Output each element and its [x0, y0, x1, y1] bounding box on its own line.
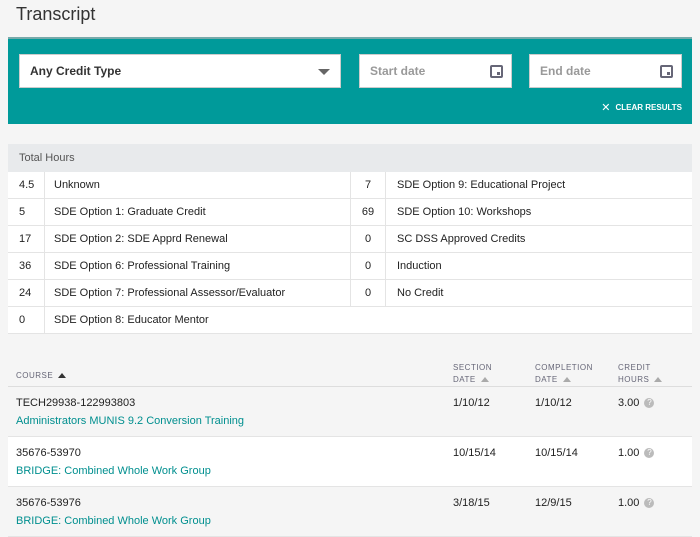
section-header: SECTION	[453, 363, 492, 372]
close-icon: ✕	[601, 101, 610, 114]
sort-section-date[interactable]: SECTION DATE	[453, 362, 492, 386]
calendar-icon[interactable]	[660, 65, 673, 78]
credit-hours: 3.00?	[618, 397, 654, 409]
help-icon[interactable]: ?	[644, 448, 654, 458]
completion-header-2: DATE	[535, 375, 558, 384]
hours-label: Unknown	[45, 172, 351, 198]
section-date: 3/18/15	[453, 497, 490, 509]
course-link[interactable]: BRIDGE: Combined Whole Work Group	[16, 515, 211, 527]
hours-row: 24SDE Option 7: Professional Assessor/Ev…	[8, 280, 692, 307]
hours-label: SDE Option 1: Graduate Credit	[45, 199, 351, 225]
filter-panel: Any Credit Type Start date End date ✕ CLE…	[8, 37, 692, 124]
hours-value: 0	[8, 307, 45, 333]
start-date-input[interactable]: Start date	[359, 54, 512, 88]
hours-value: 0	[351, 280, 386, 306]
completion-header: COMPLETION	[535, 363, 593, 372]
sort-up-icon	[58, 373, 66, 378]
total-hours-table: 4.5Unknown7SDE Option 9: Educational Pro…	[8, 172, 692, 334]
sort-completion-date[interactable]: COMPLETION DATE	[535, 362, 593, 386]
completion-date: 10/15/14	[535, 447, 578, 459]
credit-type-value: Any Credit Type	[30, 64, 121, 78]
sort-credit-hours[interactable]: CREDIT HOURS	[618, 362, 662, 386]
credit-header: CREDIT	[618, 363, 651, 372]
sort-course[interactable]: COURSE	[16, 370, 66, 382]
start-date-placeholder: Start date	[370, 64, 425, 78]
end-date-input[interactable]: End date	[529, 54, 682, 88]
hours-value: 17	[8, 226, 45, 252]
total-hours-header: Total Hours	[8, 144, 692, 172]
credit-hours-value: 3.00	[618, 397, 639, 409]
credit-header-2: HOURS	[618, 375, 649, 384]
credit-hours: 1.00?	[618, 497, 654, 509]
hours-row: 5SDE Option 1: Graduate Credit69SDE Opti…	[8, 199, 692, 226]
section-date: 1/10/12	[453, 397, 490, 409]
hours-label: SDE Option 2: SDE Apprd Renewal	[45, 226, 351, 252]
course-table: COURSE SECTION DATE COMPLETION DATE CREDIT…	[8, 358, 692, 537]
hours-value: 69	[351, 199, 386, 225]
clear-results-button[interactable]: ✕ CLEAR RESULTS	[601, 101, 682, 114]
clear-results-label: CLEAR RESULTS	[615, 103, 682, 112]
hours-value: 0	[351, 226, 386, 252]
sort-up-icon	[654, 377, 662, 382]
hours-row: 36SDE Option 6: Professional Training0In…	[8, 253, 692, 280]
hours-value: 5	[8, 199, 45, 225]
course-link[interactable]: BRIDGE: Combined Whole Work Group	[16, 465, 211, 477]
sort-up-icon	[481, 377, 489, 382]
calendar-icon[interactable]	[490, 65, 503, 78]
hours-label: SDE Option 9: Educational Project	[386, 179, 565, 191]
hours-label: SDE Option 8: Educator Mentor	[45, 307, 351, 333]
table-row: 35676-53976 BRIDGE: Combined Whole Work …	[8, 487, 692, 537]
hours-label: SDE Option 7: Professional Assessor/Eval…	[45, 280, 351, 306]
course-code: TECH29938-122993803	[16, 397, 135, 409]
help-icon[interactable]: ?	[644, 498, 654, 508]
hours-label: SDE Option 6: Professional Training	[45, 253, 351, 279]
credit-hours-value: 1.00	[618, 447, 639, 459]
credit-hours: 1.00?	[618, 447, 654, 459]
hours-row: 0SDE Option 8: Educator Mentor	[8, 307, 692, 334]
table-row: TECH29938-122993803 Administrators MUNIS…	[8, 387, 692, 437]
credit-type-select[interactable]: Any Credit Type	[19, 54, 341, 88]
course-link[interactable]: Administrators MUNIS 9.2 Conversion Trai…	[16, 415, 244, 427]
table-header: COURSE SECTION DATE COMPLETION DATE CREDIT…	[8, 358, 692, 387]
hours-label: No Credit	[386, 287, 443, 299]
hours-row: 4.5Unknown7SDE Option 9: Educational Pro…	[8, 172, 692, 199]
hours-label: SC DSS Approved Credits	[386, 233, 525, 245]
hours-row: 17SDE Option 2: SDE Apprd Renewal0SC DSS…	[8, 226, 692, 253]
sort-up-icon	[563, 377, 571, 382]
credit-hours-value: 1.00	[618, 497, 639, 509]
hours-value: 4.5	[8, 172, 45, 198]
page-title: Transcript	[16, 4, 95, 25]
end-date-placeholder: End date	[540, 64, 591, 78]
hours-value: 0	[351, 253, 386, 279]
hours-value: 7	[351, 172, 386, 198]
section-header-2: DATE	[453, 375, 476, 384]
hours-value: 36	[8, 253, 45, 279]
course-header: COURSE	[16, 371, 53, 380]
table-row: 35676-53970 BRIDGE: Combined Whole Work …	[8, 437, 692, 487]
completion-date: 12/9/15	[535, 497, 572, 509]
chevron-down-icon	[318, 69, 330, 75]
hours-label: SDE Option 10: Workshops	[386, 206, 531, 218]
section-date: 10/15/14	[453, 447, 496, 459]
hours-value: 24	[8, 280, 45, 306]
course-code: 35676-53970	[16, 447, 81, 459]
completion-date: 1/10/12	[535, 397, 572, 409]
course-code: 35676-53976	[16, 497, 81, 509]
help-icon[interactable]: ?	[644, 398, 654, 408]
hours-label: Induction	[386, 260, 442, 272]
